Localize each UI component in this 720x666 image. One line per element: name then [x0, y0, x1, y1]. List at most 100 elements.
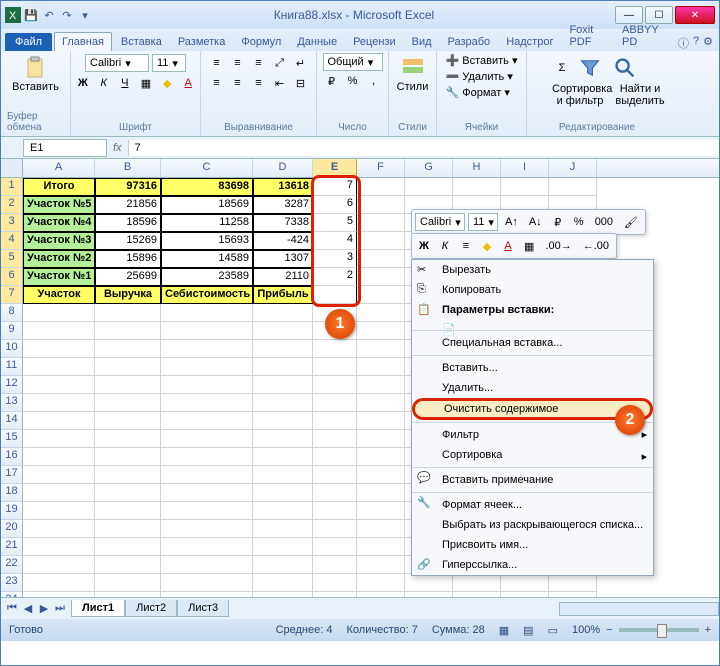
save-icon[interactable]: 💾	[23, 7, 39, 23]
cell[interactable]	[357, 196, 405, 214]
cell[interactable]	[357, 178, 405, 196]
cell[interactable]: Участок №1	[23, 268, 95, 286]
cell[interactable]	[23, 394, 95, 412]
cell[interactable]: 97316	[95, 178, 161, 196]
cell[interactable]	[357, 520, 405, 538]
cell[interactable]: 3	[313, 250, 357, 268]
cell[interactable]	[95, 538, 161, 556]
cell[interactable]: 15269	[95, 232, 161, 250]
ctx-sort[interactable]: Сортировка▸	[412, 445, 653, 465]
cell[interactable]	[23, 412, 95, 430]
ctx-insert[interactable]: Вставить...	[412, 355, 653, 378]
colhdr-j[interactable]: J	[549, 159, 597, 177]
tab-home[interactable]: Главная	[54, 32, 112, 51]
colhdr-g[interactable]: G	[405, 159, 453, 177]
sheet-nav-last[interactable]: ⏭	[52, 602, 68, 615]
rowhdr[interactable]: 4	[1, 232, 23, 250]
cell[interactable]	[253, 340, 313, 358]
mini-size-combo[interactable]: 11▾	[468, 213, 498, 231]
colhdr-d[interactable]: D	[253, 159, 313, 177]
align-top-button[interactable]: ≡	[208, 54, 226, 72]
cell[interactable]	[357, 412, 405, 430]
cell[interactable]: 7	[313, 178, 357, 196]
rowhdr[interactable]: 20	[1, 520, 23, 538]
rowhdr[interactable]: 11	[1, 358, 23, 376]
cell[interactable]: 1307	[253, 250, 313, 268]
cell[interactable]	[95, 322, 161, 340]
cell[interactable]: 18569	[161, 196, 253, 214]
cell[interactable]	[23, 304, 95, 322]
cell[interactable]	[95, 412, 161, 430]
rowhdr[interactable]: 21	[1, 538, 23, 556]
rowhdr[interactable]: 15	[1, 430, 23, 448]
mini-align-button[interactable]: ≡	[457, 237, 475, 255]
cell[interactable]	[253, 520, 313, 538]
cell[interactable]	[23, 592, 95, 597]
rowhdr[interactable]: 24	[1, 592, 23, 597]
cell[interactable]	[549, 178, 597, 196]
comma-button[interactable]: ,	[365, 72, 383, 90]
zoom-value[interactable]: 100%	[572, 624, 600, 636]
cell[interactable]: Участок №3	[23, 232, 95, 250]
cell[interactable]	[313, 538, 357, 556]
mini-italic-button[interactable]: К	[436, 237, 454, 255]
cell[interactable]	[357, 214, 405, 232]
cell[interactable]: Участок №5	[23, 196, 95, 214]
currency-button[interactable]: ₽	[323, 72, 341, 90]
cell[interactable]: Выручка	[95, 286, 161, 304]
rowhdr[interactable]: 2	[1, 196, 23, 214]
cell[interactable]	[95, 394, 161, 412]
select-all-corner[interactable]	[1, 159, 23, 177]
cell[interactable]	[313, 394, 357, 412]
rowhdr[interactable]: 3	[1, 214, 23, 232]
autosum-button[interactable]: Σ	[553, 59, 571, 77]
cell[interactable]	[95, 340, 161, 358]
rowhdr[interactable]: 17	[1, 466, 23, 484]
indent-dec-button[interactable]: ⇤	[271, 74, 289, 92]
cell[interactable]	[313, 574, 357, 592]
cells-delete-button[interactable]: ➖ Удалить ▾	[446, 69, 518, 85]
align-center-button[interactable]: ≡	[229, 74, 247, 92]
cell[interactable]	[357, 448, 405, 466]
view-layout-icon[interactable]: ▤	[523, 624, 533, 637]
colhdr-a[interactable]: A	[23, 159, 95, 177]
tab-foxit[interactable]: Foxit PDF	[562, 21, 613, 51]
cell[interactable]	[161, 556, 253, 574]
cell[interactable]: 3287	[253, 196, 313, 214]
rowhdr[interactable]: 13	[1, 394, 23, 412]
cell[interactable]	[253, 430, 313, 448]
mini-decinc-button[interactable]: .00→	[541, 237, 575, 255]
sheet-nav-prev[interactable]: ◀	[20, 602, 36, 615]
cell[interactable]	[161, 574, 253, 592]
rowhdr[interactable]: 8	[1, 304, 23, 322]
mini-comma-button[interactable]: 000	[591, 213, 617, 231]
close-button[interactable]: ✕	[675, 6, 715, 24]
tab-insert[interactable]: Вставка	[114, 33, 169, 51]
formula-input[interactable]: 7	[128, 140, 719, 156]
undo-icon[interactable]: ↶	[41, 7, 57, 23]
sheet-nav-next[interactable]: ▶	[36, 602, 52, 615]
cell[interactable]	[405, 592, 453, 597]
ctx-copy[interactable]: ⎘Копировать	[412, 280, 653, 300]
fill-color-button[interactable]: ◆	[158, 74, 176, 92]
orientation-button[interactable]: ⤢	[271, 54, 289, 72]
cell[interactable]	[253, 502, 313, 520]
cell[interactable]	[161, 484, 253, 502]
cell[interactable]: 11258	[161, 214, 253, 232]
cell[interactable]: 2	[313, 268, 357, 286]
cell[interactable]: 2110	[253, 268, 313, 286]
sheet-nav-first[interactable]: ⏮	[4, 602, 20, 615]
tab-dev[interactable]: Разрабо	[441, 33, 498, 51]
cell[interactable]	[357, 592, 405, 597]
hscrollbar[interactable]	[559, 602, 719, 616]
cell[interactable]	[23, 466, 95, 484]
cell[interactable]	[313, 358, 357, 376]
percent-button[interactable]: %	[344, 72, 362, 90]
cell[interactable]	[95, 592, 161, 597]
cell[interactable]	[357, 502, 405, 520]
cell[interactable]: 25699	[95, 268, 161, 286]
ctx-hyperlink[interactable]: 🔗Гиперссылка...	[412, 555, 653, 575]
font-size-combo[interactable]: 11▾	[152, 54, 186, 72]
font-combo[interactable]: Calibri▾	[85, 54, 149, 72]
cell[interactable]	[501, 574, 549, 592]
